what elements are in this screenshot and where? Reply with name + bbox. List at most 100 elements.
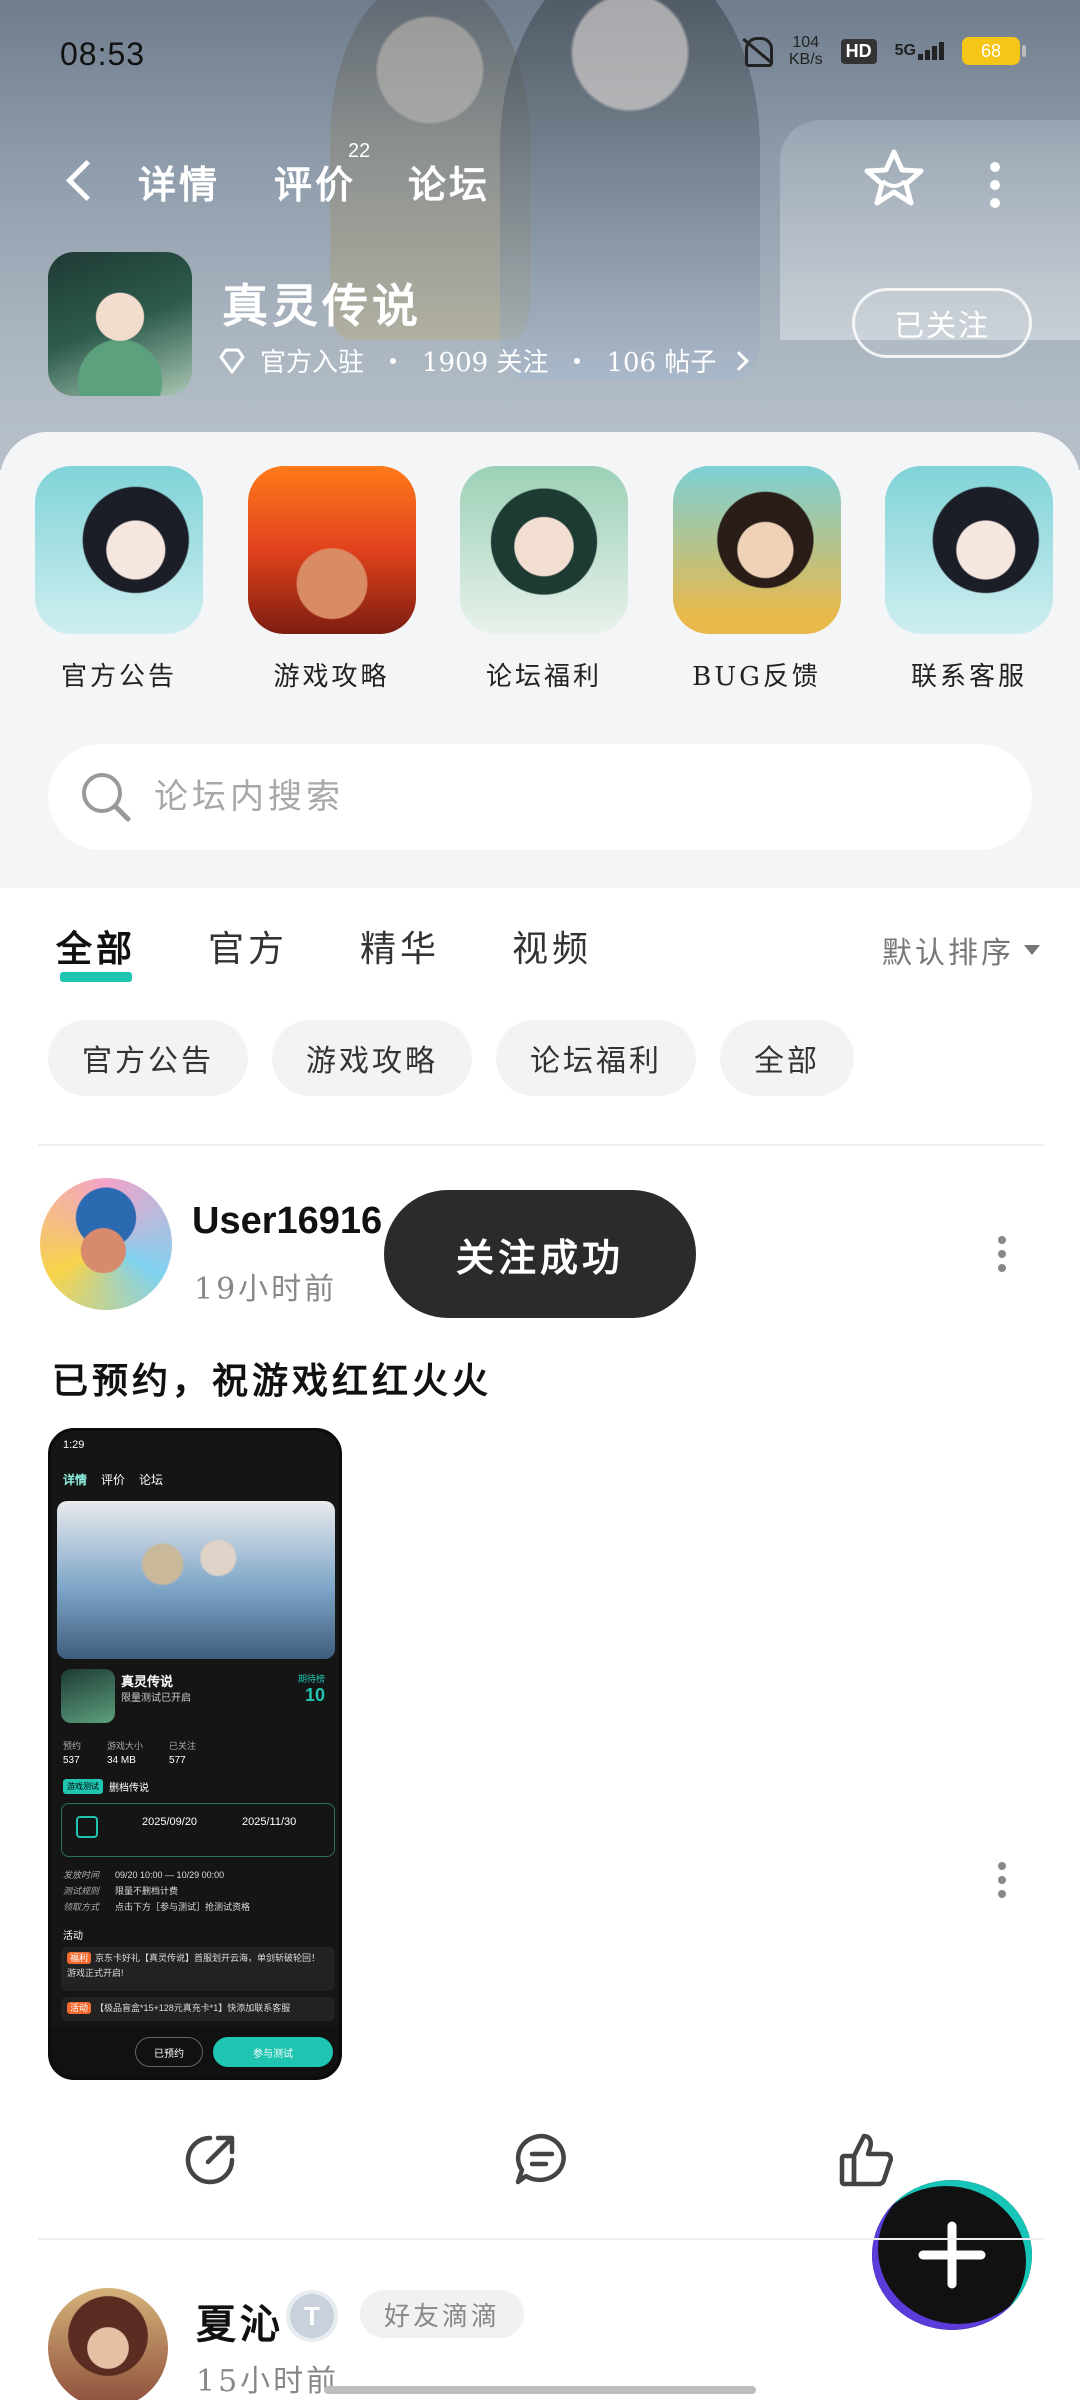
game-meta: 官方入驻 1909 关注 106 帖子 xyxy=(218,342,750,379)
announcement-text: 【极品盲盒*15+128元真充卡*1】快添加联系客服 xyxy=(95,2003,291,2013)
avatar[interactable] xyxy=(40,1178,172,1310)
filter-tab-official[interactable]: 官方 xyxy=(208,920,288,972)
chip-all[interactable]: 全部 xyxy=(720,1020,854,1096)
post-time: 19小时前 xyxy=(194,1272,338,1307)
shortcut-bug-feedback[interactable]: BUG反馈 xyxy=(672,466,842,693)
toast-message: 关注成功 xyxy=(384,1190,696,1318)
post-text[interactable]: 已预约，祝游戏红红火火 xyxy=(52,1352,492,1404)
shortcut-row: 官方公告 游戏攻略 论坛福利 BUG反馈 联系客服 xyxy=(0,466,1080,693)
divider xyxy=(38,2238,1044,2240)
battery-icon: 68 xyxy=(962,37,1026,65)
info-label: 发放时间 xyxy=(63,1870,100,1880)
info-value: 点击下方［参与测试］抢测试资格 xyxy=(115,1902,251,1912)
create-post-button[interactable] xyxy=(872,2180,1032,2330)
screenshot-stats: 预约 537 游戏大小 34 MB 已关注 577 xyxy=(63,1739,196,1768)
game-icon[interactable] xyxy=(48,252,192,396)
screenshot-tab: 论坛 xyxy=(139,1473,164,1487)
post-more-icon[interactable] xyxy=(998,1236,1008,1278)
post-time: 15小时前 xyxy=(196,2364,340,2399)
chevron-right-icon[interactable] xyxy=(729,350,750,371)
status-bar: 08:53 104 KB/s HD 5G 68 xyxy=(0,0,1080,110)
screenshot-announcement: 福利 京东卡好礼【真灵传说】首服划开云海，单剑斩破轮回！游戏正式开启! xyxy=(61,1947,335,1991)
divider xyxy=(38,1144,1044,1146)
forum-welfare-icon xyxy=(460,466,628,634)
mute-bell-icon xyxy=(741,35,773,67)
screenshot-game-icon xyxy=(61,1669,115,1723)
announcement-tag: 活动 xyxy=(67,2002,92,2014)
calendar-icon xyxy=(76,1816,98,1838)
post-username[interactable]: 夏沁 xyxy=(196,2292,284,2350)
reviews-count-badge: 22 xyxy=(348,140,371,162)
chip-official-notice[interactable]: 官方公告 xyxy=(48,1020,248,1096)
screenshot-test-name: 删档传说 xyxy=(109,1783,149,1794)
network-speed: 104 KB/s xyxy=(789,34,823,68)
shortcut-official-notice[interactable]: 官方公告 xyxy=(34,466,204,693)
chevron-down-icon xyxy=(1024,945,1040,955)
game-title: 真灵传说 xyxy=(222,279,422,333)
filter-tabs: 全部 官方 精华 视频 xyxy=(56,920,592,982)
official-diamond-icon xyxy=(219,348,245,373)
sort-label: 默认排序 xyxy=(882,936,1014,971)
shortcut-customer-service[interactable]: 联系客服 xyxy=(884,466,1054,693)
screenshot-tabs: 详情 评价 论坛 xyxy=(63,1471,163,1488)
info-label: 领取方式 xyxy=(63,1902,100,1912)
screenshot-time: 1:29 xyxy=(63,1439,85,1451)
customer-service-icon xyxy=(885,466,1053,634)
like-thumb-icon[interactable] xyxy=(836,2130,896,2190)
screenshot-announcement: 活动 【极品盲盒*15+128元真充卡*1】快添加联系客服 xyxy=(61,1997,335,2021)
network-speed-value: 104 xyxy=(792,34,820,51)
info-label: 测试规则 xyxy=(63,1886,100,1896)
user-tag: 好友滴滴 xyxy=(360,2290,525,2338)
signal-icon: 5G xyxy=(895,42,944,60)
comment-icon[interactable] xyxy=(512,2130,572,2190)
post-image[interactable]: 1:29 详情 评价 论坛 真灵传说 限量测试已开启 期待榜 10 预约 537 … xyxy=(48,1428,342,2080)
follow-button[interactable]: 已关注 xyxy=(852,288,1032,358)
post-more-icon[interactable] xyxy=(998,1862,1008,1904)
screenshot-banner xyxy=(57,1501,335,1659)
shortcut-label: BUG反馈 xyxy=(692,662,821,692)
avatar[interactable] xyxy=(48,2288,168,2400)
screenshot-info: 发放时间 09/20 10:00 — 10/29 00:00 测试规则 限量不删档计… xyxy=(63,1867,250,1915)
chip-forum-welfare[interactable]: 论坛福利 xyxy=(496,1020,696,1096)
user-level-badge: T xyxy=(286,2290,338,2342)
top-nav: 详情 评价 22 论坛 xyxy=(0,140,1080,220)
screenshot-game-name: 真灵传说 xyxy=(121,1674,174,1689)
shortcut-label: 论坛福利 xyxy=(485,662,602,692)
screenshot-test-tag: 游戏测试 xyxy=(63,1779,103,1794)
chip-game-guide[interactable]: 游戏攻略 xyxy=(272,1020,472,1096)
official-notice-icon xyxy=(35,466,203,634)
shortcut-label: 官方公告 xyxy=(60,662,177,692)
stat-label: 预约 xyxy=(63,1741,82,1751)
bug-feedback-icon xyxy=(672,466,841,634)
screenshot-rank-value: 10 xyxy=(304,1685,325,1705)
screenshot-join-button: 参与测试 xyxy=(213,2037,333,2067)
post-username[interactable]: User16916 xyxy=(192,1200,382,1243)
shortcut-game-guide[interactable]: 游戏攻略 xyxy=(247,466,417,693)
tab-reviews[interactable]: 评价 xyxy=(274,154,356,209)
shortcut-label: 游戏攻略 xyxy=(273,662,390,692)
favorite-star-icon[interactable] xyxy=(862,146,926,210)
search-input[interactable] xyxy=(154,777,854,817)
game-guide-icon xyxy=(247,466,416,634)
forum-search-bar[interactable] xyxy=(48,744,1032,850)
stat-label: 游戏大小 xyxy=(107,1741,144,1751)
filter-tab-all[interactable]: 全部 xyxy=(56,920,136,982)
shortcut-forum-welfare[interactable]: 论坛福利 xyxy=(459,466,629,693)
sort-dropdown[interactable]: 默认排序 xyxy=(882,928,1040,972)
share-icon[interactable] xyxy=(180,2130,240,2190)
separator-dot xyxy=(390,357,397,364)
stat-label: 已关注 xyxy=(169,1741,197,1751)
info-value: 09/20 10:00 — 10/29 00:00 xyxy=(115,1870,225,1880)
screenshot-tab: 评价 xyxy=(101,1473,126,1487)
filter-tab-video[interactable]: 视频 xyxy=(512,920,592,972)
separator-dot xyxy=(574,357,581,364)
more-options-icon[interactable] xyxy=(990,162,1000,208)
screenshot-test-row: 游戏测试 删档传说 xyxy=(63,1779,149,1794)
followers-count[interactable]: 1909 关注 xyxy=(422,342,548,379)
tab-forum[interactable]: 论坛 xyxy=(408,154,491,215)
tab-details[interactable]: 详情 xyxy=(138,154,220,209)
filter-tab-featured[interactable]: 精华 xyxy=(360,920,440,972)
posts-count[interactable]: 106 帖子 xyxy=(606,342,716,379)
home-indicator[interactable] xyxy=(324,2386,756,2394)
back-arrow-icon[interactable] xyxy=(60,156,100,206)
